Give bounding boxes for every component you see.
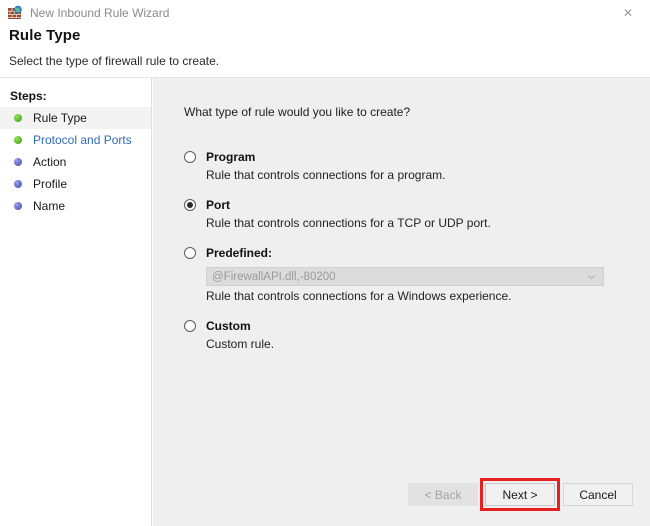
cancel-button[interactable]: Cancel bbox=[563, 483, 633, 506]
radio-custom[interactable] bbox=[184, 320, 196, 332]
wizard-content-panel: What type of rule would you like to crea… bbox=[153, 78, 650, 526]
window-title: New Inbound Rule Wizard bbox=[30, 5, 170, 20]
option-program[interactable]: Program Rule that controls connections f… bbox=[184, 148, 634, 182]
new-inbound-rule-wizard-window: New Inbound Rule Wizard ✕ Rule Type Sele… bbox=[0, 0, 650, 526]
step-bullet-icon bbox=[14, 158, 22, 166]
steps-list: Rule Type Protocol and Ports Action Prof… bbox=[0, 107, 151, 217]
page-subtitle: Select the type of firewall rule to crea… bbox=[9, 54, 220, 68]
sidebar-item-label: Rule Type bbox=[33, 111, 87, 125]
page-title: Rule Type bbox=[9, 27, 81, 44]
close-icon[interactable]: ✕ bbox=[606, 0, 650, 25]
option-predefined-label: Predefined: bbox=[206, 246, 273, 260]
next-button[interactable]: Next > bbox=[485, 483, 555, 506]
sidebar-item-label: Profile bbox=[33, 177, 68, 191]
steps-label: Steps: bbox=[10, 89, 47, 103]
window-controls: ✕ bbox=[606, 0, 650, 25]
sidebar-item-name[interactable]: Name bbox=[0, 195, 151, 217]
radio-predefined[interactable] bbox=[184, 247, 196, 259]
option-program-label: Program bbox=[206, 150, 256, 164]
predefined-rule-dropdown[interactable]: @FirewallAPI.dll,-80200 bbox=[206, 267, 604, 286]
option-port[interactable]: Port Rule that controls connections for … bbox=[184, 196, 634, 230]
step-bullet-icon bbox=[14, 136, 22, 144]
rule-type-question: What type of rule would you like to crea… bbox=[184, 105, 411, 119]
title-bar: New Inbound Rule Wizard ✕ bbox=[0, 0, 650, 25]
step-bullet-icon bbox=[14, 114, 22, 122]
option-custom[interactable]: Custom Custom rule. bbox=[184, 317, 634, 351]
sidebar-item-action[interactable]: Action bbox=[0, 151, 151, 173]
option-custom-label: Custom bbox=[206, 319, 251, 333]
sidebar-item-label: Action bbox=[33, 155, 67, 169]
wizard-footer: < Back Next > Cancel bbox=[153, 472, 650, 526]
sidebar-item-protocol-and-ports[interactable]: Protocol and Ports bbox=[0, 129, 151, 151]
predefined-rule-value: @FirewallAPI.dll,-80200 bbox=[212, 270, 336, 283]
radio-program[interactable] bbox=[184, 151, 196, 163]
option-port-description: Rule that controls connections for a TCP… bbox=[206, 216, 491, 230]
back-button: < Back bbox=[408, 483, 478, 506]
chevron-down-icon bbox=[587, 272, 596, 281]
option-predefined[interactable]: Predefined: @FirewallAPI.dll,-80200 Rule… bbox=[184, 244, 634, 303]
step-bullet-icon bbox=[14, 180, 22, 188]
step-bullet-icon bbox=[14, 202, 22, 210]
sidebar-item-rule-type[interactable]: Rule Type bbox=[0, 107, 151, 129]
sidebar-item-label: Name bbox=[33, 199, 66, 213]
rule-type-radio-group: Program Rule that controls connections f… bbox=[184, 148, 634, 355]
option-predefined-description: Rule that controls connections for a Win… bbox=[206, 289, 512, 303]
option-program-description: Rule that controls connections for a pro… bbox=[206, 168, 446, 182]
sidebar-item-label[interactable]: Protocol and Ports bbox=[33, 133, 132, 147]
option-custom-description: Custom rule. bbox=[206, 337, 275, 351]
radio-port[interactable] bbox=[184, 199, 196, 211]
sidebar-item-profile[interactable]: Profile bbox=[0, 173, 151, 195]
firewall-globe-icon bbox=[7, 5, 23, 21]
steps-sidebar: Steps: Rule Type Protocol and Ports Acti… bbox=[0, 78, 152, 526]
wizard-header: Rule Type Select the type of firewall ru… bbox=[0, 25, 650, 78]
option-port-label: Port bbox=[206, 198, 230, 212]
